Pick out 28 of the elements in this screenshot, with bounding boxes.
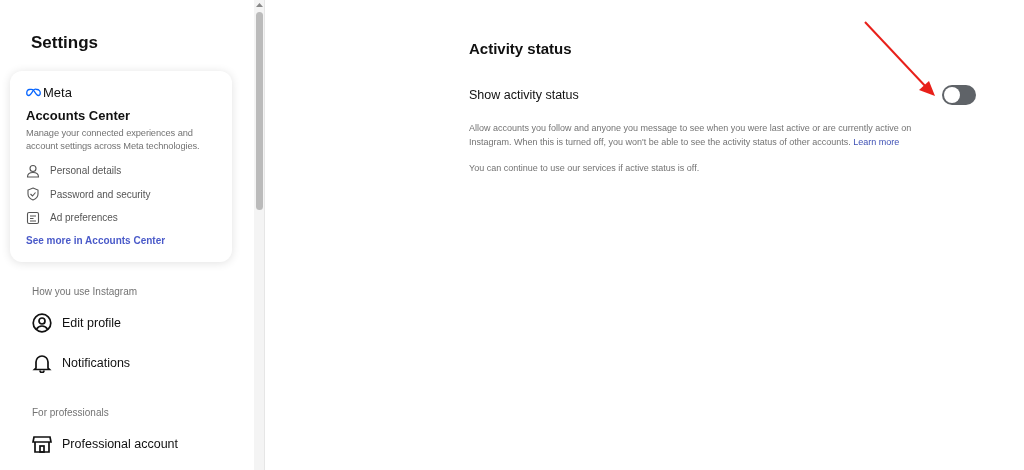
- accounts-center-item[interactable]: Personal details: [50, 165, 122, 177]
- nav-item[interactable]: Professional account: [10, 423, 254, 464]
- shield-check-icon: [26, 187, 40, 202]
- card-description: Manage your connected experiences and account settings across Meta technologies.: [26, 127, 201, 153]
- page-title: Activity status: [469, 40, 573, 57]
- see-more-link[interactable]: See more in Accounts Center: [26, 234, 166, 246]
- setting-label: Show activity status: [469, 88, 579, 102]
- scroll-up-icon[interactable]: [255, 3, 263, 7]
- bell-icon: [32, 352, 52, 373]
- settings-title: Settings: [31, 33, 100, 53]
- infinity-logo-icon: [26, 88, 41, 97]
- toggle-switch[interactable]: [942, 85, 976, 105]
- section-heading: How you use Instagram: [32, 285, 139, 297]
- ad-board-icon: [26, 210, 40, 225]
- note-text: You can continue to use our services if active status is off.: [469, 162, 701, 173]
- description: Allow accounts you follow and anyone you message to see when you were last active or are currently active on Instagram. When this is turned off, you won't be able to see the activity status of other accounts. Learn more: [469, 122, 913, 150]
- accounts-center-item[interactable]: Ad preferences: [50, 212, 118, 224]
- accounts-center-item[interactable]: Password and security: [50, 188, 151, 200]
- learn-more-link[interactable]: Learn more: [853, 137, 900, 148]
- profile-icon: [32, 312, 52, 333]
- nav-item[interactable]: Notifications: [10, 342, 254, 383]
- nav-item[interactable]: Edit profile: [10, 302, 254, 343]
- store-icon: [32, 433, 52, 454]
- brand-name: Meta: [43, 85, 72, 100]
- card-title: Accounts Center: [26, 108, 132, 123]
- scrollbar-thumb[interactable]: [255, 12, 263, 210]
- person-icon: [26, 163, 40, 178]
- section-heading: For professionals: [32, 406, 110, 418]
